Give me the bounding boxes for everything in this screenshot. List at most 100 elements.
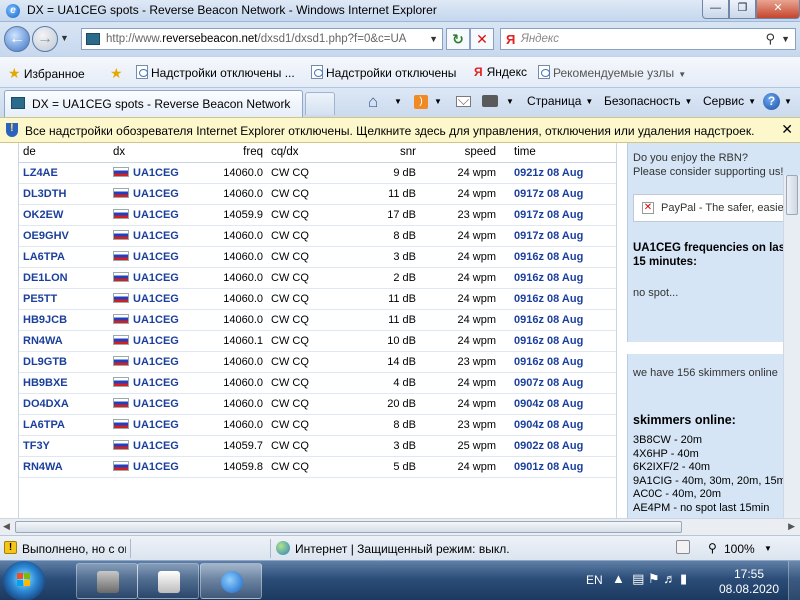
time-link[interactable]: 0902z 08 Aug: [514, 440, 583, 452]
tab-current[interactable]: DX = UA1CEG spots - Reverse Beacon Netwo…: [4, 90, 303, 117]
spotter-callsign-link[interactable]: DL9GTB: [23, 356, 67, 368]
protected-mode-icon[interactable]: [676, 540, 690, 554]
address-url[interactable]: http://www.reversebeacon.net/dxsd1/dxsd1…: [106, 33, 411, 45]
time-link[interactable]: 0916z 08 Aug: [514, 335, 583, 347]
dx-callsign-link[interactable]: UA1CEG: [133, 314, 179, 326]
dx-callsign-link[interactable]: UA1CEG: [133, 356, 179, 368]
spotter-callsign-link[interactable]: LA6TPA: [23, 251, 65, 263]
start-button[interactable]: [3, 561, 45, 600]
help-icon[interactable]: ?: [763, 93, 780, 110]
taskbar-clock[interactable]: 17:55 08.08.2020: [714, 567, 784, 597]
info-bar-message[interactable]: Все надстройки обозревателя Internet Exp…: [25, 124, 754, 138]
network-icon[interactable]: ▤: [632, 571, 644, 586]
search-icon[interactable]: ⚲: [765, 31, 775, 47]
volume-icon[interactable]: ♬: [663, 571, 676, 586]
search-box[interactable]: Я Яндекс ⚲ ▼: [500, 28, 796, 50]
security-menu[interactable]: Безопасность ▼: [604, 94, 692, 108]
scroll-right-arrow-icon[interactable]: ▶: [788, 521, 795, 532]
time-link[interactable]: 0916z 08 Aug: [514, 314, 583, 326]
rss-feed-icon[interactable]: ): [414, 95, 428, 109]
favorites-button[interactable]: ★ Избранное: [8, 65, 85, 82]
new-tab-button[interactable]: [305, 92, 335, 115]
info-bar-close-icon[interactable]: ✕: [781, 121, 793, 138]
time-link[interactable]: 0904z 08 Aug: [514, 398, 583, 410]
favorite-link-addons-2[interactable]: Надстройки отключены: [311, 65, 456, 80]
addons-info-bar[interactable]: Все надстройки обозревателя Internet Exp…: [0, 117, 800, 143]
dx-callsign-link[interactable]: UA1CEG: [133, 293, 179, 305]
favorite-link-addons-1[interactable]: Надстройки отключены ...: [136, 65, 295, 80]
zoom-icon[interactable]: ⚲: [708, 541, 717, 555]
taskbar-app-internet-explorer[interactable]: [200, 563, 262, 599]
dx-callsign-link[interactable]: UA1CEG: [133, 419, 179, 431]
address-bar[interactable]: http://www.reversebeacon.net/dxsd1/dxsd1…: [81, 28, 443, 50]
help-dropdown-icon[interactable]: ▼: [784, 97, 792, 106]
dx-callsign-link[interactable]: UA1CEG: [133, 251, 179, 263]
flag-icon[interactable]: ⚑: [648, 571, 660, 586]
time-link[interactable]: 0916z 08 Aug: [514, 293, 583, 305]
scrollbar-thumb[interactable]: [15, 521, 682, 533]
system-tray-icons[interactable]: ▲ ▤ ⚑ ♬ ▮: [612, 571, 687, 587]
dx-callsign-link[interactable]: UA1CEG: [133, 377, 179, 389]
horizontal-scrollbar[interactable]: ◀ ▶: [0, 518, 800, 535]
rss-dropdown-icon[interactable]: ▼: [434, 97, 442, 106]
address-dropdown-icon[interactable]: ▼: [429, 34, 438, 44]
dx-callsign-link[interactable]: UA1CEG: [133, 461, 179, 473]
spotter-callsign-link[interactable]: RN4WA: [23, 461, 63, 473]
minimize-button[interactable]: —: [702, 0, 729, 19]
dx-callsign-link[interactable]: UA1CEG: [133, 209, 179, 221]
dx-callsign-link[interactable]: UA1CEG: [133, 335, 179, 347]
spotter-callsign-link[interactable]: PE5TT: [23, 293, 57, 305]
paypal-button[interactable]: ✕ PayPal - The safer, easier way to pay …: [633, 194, 800, 222]
dx-callsign-link[interactable]: UA1CEG: [133, 230, 179, 242]
time-link[interactable]: 0901z 08 Aug: [514, 461, 583, 473]
dx-callsign-link[interactable]: UA1CEG: [133, 188, 179, 200]
dx-callsign-link[interactable]: UA1CEG: [133, 167, 179, 179]
time-link[interactable]: 0916z 08 Aug: [514, 272, 583, 284]
maximize-button[interactable]: ❐: [729, 0, 756, 19]
stop-button[interactable]: ✕: [470, 28, 494, 50]
taskbar-app-media[interactable]: [137, 563, 199, 599]
taskbar-app-devices[interactable]: [76, 563, 138, 599]
spotter-callsign-link[interactable]: HB9JCB: [23, 314, 67, 326]
spotter-callsign-link[interactable]: OE9GHV: [23, 230, 69, 242]
spotter-callsign-link[interactable]: TF3Y: [23, 440, 50, 452]
print-icon[interactable]: [482, 95, 498, 107]
time-link[interactable]: 0917z 08 Aug: [514, 188, 583, 200]
history-dropdown-icon[interactable]: ▼: [60, 33, 69, 43]
forward-button[interactable]: →: [32, 26, 58, 52]
search-options-dropdown-icon[interactable]: ▼: [781, 34, 790, 44]
spotter-callsign-link[interactable]: DL3DTH: [23, 188, 66, 200]
show-desktop-button[interactable]: [788, 561, 800, 600]
home-icon[interactable]: ⌂: [368, 92, 378, 112]
language-indicator[interactable]: EN: [586, 573, 603, 587]
tray-arrow-icon[interactable]: ▲: [612, 571, 625, 586]
favorite-link-yandex[interactable]: Я Яндекс: [474, 65, 527, 79]
status-text[interactable]: Выполнено, но с ошибками на странице.: [22, 542, 126, 556]
spotter-callsign-link[interactable]: DE1LON: [23, 272, 68, 284]
back-button[interactable]: ←: [4, 26, 30, 52]
time-link[interactable]: 0907z 08 Aug: [514, 377, 583, 389]
security-zone-text[interactable]: Интернет | Защищенный режим: выкл.: [295, 542, 510, 556]
dx-callsign-link[interactable]: UA1CEG: [133, 398, 179, 410]
close-button[interactable]: ✕: [756, 0, 800, 19]
power-icon[interactable]: ▮: [680, 571, 687, 586]
dx-callsign-link[interactable]: UA1CEG: [133, 440, 179, 452]
spotter-callsign-link[interactable]: OK2EW: [23, 209, 63, 221]
spotter-callsign-link[interactable]: HB9BXE: [23, 377, 68, 389]
zoom-level[interactable]: 100%: [724, 542, 755, 556]
time-link[interactable]: 0916z 08 Aug: [514, 251, 583, 263]
favorite-link-suggested-sites[interactable]: Рекомендуемые узлы ▼: [538, 65, 686, 80]
zoom-dropdown-icon[interactable]: ▼: [764, 544, 772, 553]
mail-icon[interactable]: [456, 96, 471, 107]
page-menu[interactable]: Страница ▼: [527, 94, 593, 108]
scroll-left-arrow-icon[interactable]: ◀: [3, 521, 10, 532]
spotter-callsign-link[interactable]: RN4WA: [23, 335, 63, 347]
home-dropdown-icon[interactable]: ▼: [394, 97, 402, 106]
time-link[interactable]: 0916z 08 Aug: [514, 356, 583, 368]
dx-callsign-link[interactable]: UA1CEG: [133, 272, 179, 284]
print-dropdown-icon[interactable]: ▼: [506, 97, 514, 106]
add-favorites-icon[interactable]: ★: [110, 65, 123, 82]
spotter-callsign-link[interactable]: DO4DXA: [23, 398, 69, 410]
scrollbar-thumb[interactable]: [786, 175, 798, 215]
spotter-callsign-link[interactable]: LA6TPA: [23, 419, 65, 431]
